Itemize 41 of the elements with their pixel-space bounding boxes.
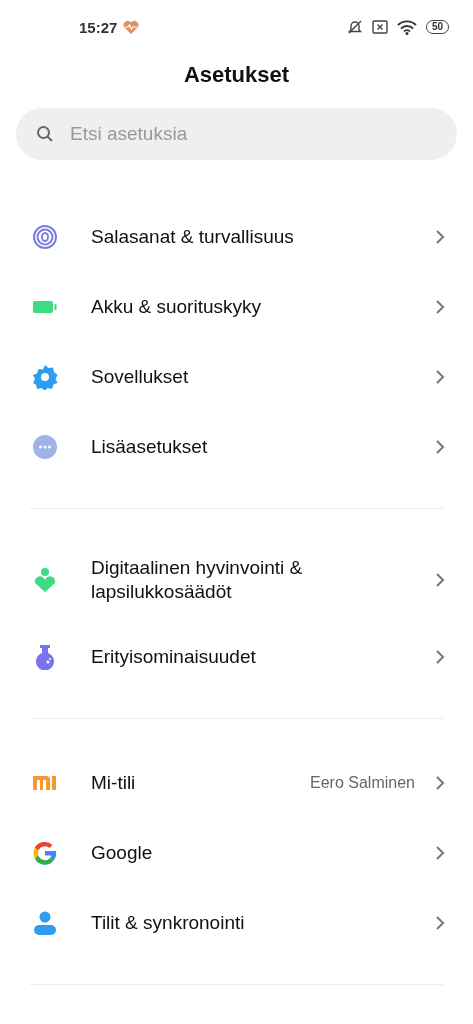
bell-off-icon: [346, 19, 363, 35]
heart-person-icon: [32, 567, 58, 593]
chevron-icon: [435, 845, 445, 861]
wifi-icon: [396, 19, 417, 35]
item-label: Akku & suorituskyky: [91, 295, 262, 319]
search-field[interactable]: Etsi asetuksia: [16, 108, 457, 160]
google-icon: [32, 840, 58, 866]
settings-item[interactable]: Lisäasetukset: [0, 412, 473, 482]
settings-item[interactable]: Mi-tili Eero Salminen: [0, 748, 473, 818]
chevron-icon: [435, 572, 445, 588]
sim-off-icon: [371, 20, 388, 34]
settings-item[interactable]: Akku & suorituskyky: [0, 272, 473, 342]
item-label: Sovellukset: [91, 365, 190, 389]
item-label: Mi-tili: [91, 771, 137, 795]
fingerprint-icon: [32, 224, 58, 250]
item-label: Google: [91, 841, 154, 865]
settings-item[interactable]: Sovellukset: [0, 342, 473, 412]
status-time: 15:27: [79, 18, 118, 36]
item-label: Salasanat & turvallisuus: [91, 225, 295, 249]
settings-item[interactable]: Salasanat & turvallisuus: [0, 202, 473, 272]
person-icon: [32, 910, 58, 936]
page-title: Asetukset: [182, 61, 291, 89]
item-label: Lisäasetukset: [91, 435, 209, 459]
heart-rate-icon: [123, 20, 140, 34]
chevron-icon: [435, 439, 445, 455]
settings-item[interactable]: Erityisominaisuudet: [0, 622, 473, 692]
item-label: Erityisominaisuudet: [91, 645, 257, 669]
chevron-icon: [435, 299, 445, 315]
settings-item[interactable]: Digitaalinen hyvinvointi & lapsilukkosäädöt: [0, 538, 473, 622]
chevron-icon: [435, 369, 445, 385]
item-label: Digitaalinen hyvinvointi & lapsilukkosäädöt: [91, 556, 304, 604]
chevron-icon: [435, 649, 445, 665]
settings-item[interactable]: Tilit & synkronointi: [0, 888, 473, 958]
item-label: Tilit & synkronointi: [91, 911, 246, 935]
chevron-icon: [435, 229, 445, 245]
chevron-icon: [435, 775, 445, 791]
gear-icon: [32, 364, 58, 390]
settings-item[interactable]: Google: [0, 818, 473, 888]
chevron-icon: [435, 915, 445, 931]
item-value: Eero Salminen: [310, 774, 415, 792]
more-icon: [32, 434, 58, 460]
